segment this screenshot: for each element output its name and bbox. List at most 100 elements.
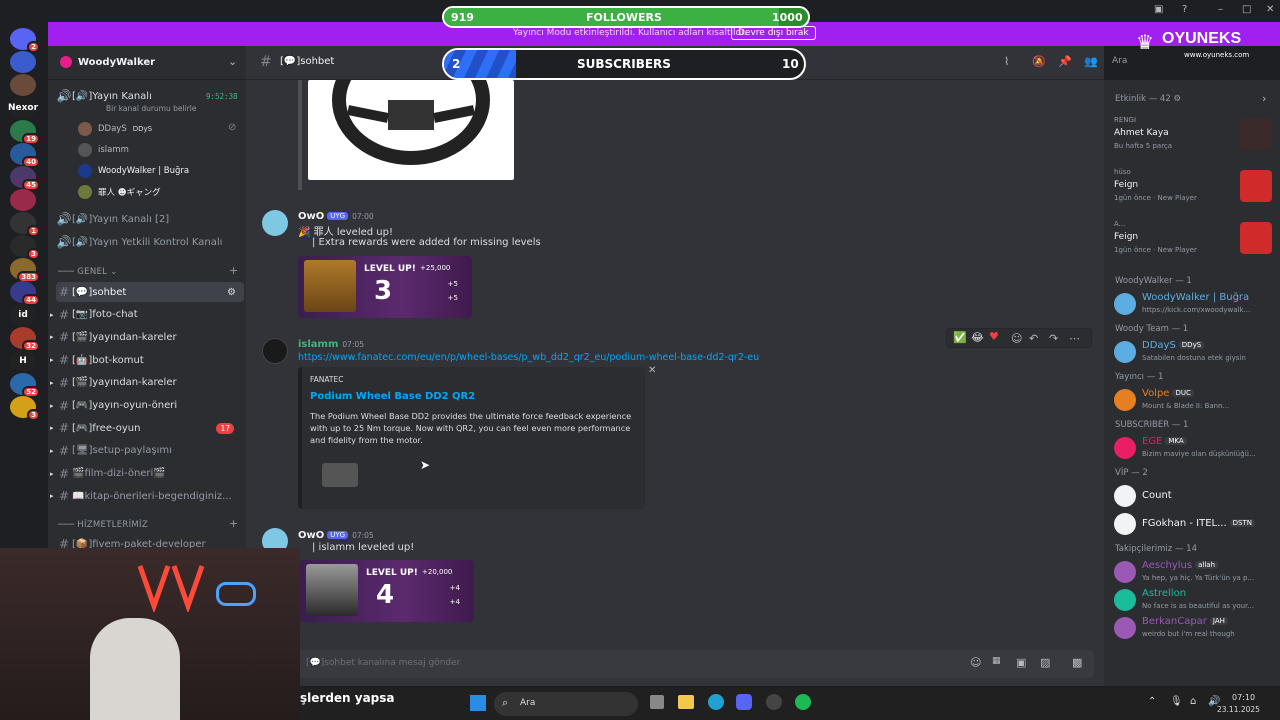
apps-icon[interactable]: ▩ xyxy=(1072,656,1082,669)
member-item[interactable]: Volpe DUC Mount & Blade II: Bann... xyxy=(1114,384,1274,414)
add-reaction-icon[interactable]: ☺ xyxy=(1011,332,1022,345)
channel-item[interactable]: ▸ # [🎮]free-oyun 17 xyxy=(50,418,244,438)
inbox-icon[interactable]: ▣ xyxy=(1154,4,1163,15)
more-icon[interactable]: ⋯ xyxy=(1069,332,1080,345)
server-icon[interactable] xyxy=(10,51,36,73)
server-icon[interactable]: 40 xyxy=(10,143,40,168)
embed-title[interactable]: Podium Wheel Base DD2 QR2 xyxy=(310,391,475,402)
reaction-heart-icon[interactable]: ♥ xyxy=(989,330,999,343)
server-icon[interactable] xyxy=(10,189,36,211)
steering-wheel-image[interactable] xyxy=(308,35,514,180)
taskbar-search[interactable]: ⌕ Ara xyxy=(494,692,638,716)
category-genel[interactable]: ─── GENEL ⌄ xyxy=(58,267,118,277)
channel-item[interactable]: ▸ # 🎬film-dizi-öneri🎬 xyxy=(50,464,244,484)
level-up-card[interactable]: LEVEL UP! 4 +20,000 +4 +4 xyxy=(300,560,474,622)
member-item[interactable]: EGE MKA Bizim maviye olan düşkünlüğü... xyxy=(1114,432,1274,462)
channel-item[interactable]: ▸ # [🎮]yayın-oyun-öneri xyxy=(50,396,244,416)
channel-item[interactable]: ▸ # 📖kitap-önerileri-begendiginiz... xyxy=(50,486,244,506)
close-embed-icon[interactable]: ✕ xyxy=(648,365,656,376)
member-item[interactable]: Aeschylus allah Ya hep, ya hiç. Ya Türk'ün… xyxy=(1114,556,1274,586)
forward-icon[interactable]: ↷ xyxy=(1049,332,1058,345)
server-icon[interactable]: 45 xyxy=(10,166,40,191)
settings-icon[interactable]: ⚙ xyxy=(227,287,236,298)
reply-icon[interactable]: ↶ xyxy=(1029,332,1038,345)
voice-user[interactable]: 罪人 ☻ギャング xyxy=(78,185,161,199)
message-link[interactable]: https://www.fanatec.com/eu/en/p/wheel-ba… xyxy=(298,352,759,363)
clock-time[interactable]: 07:10 xyxy=(1232,693,1255,702)
voice-channel[interactable]: 🔊 [🔊]Yayın Yetkili Kontrol Kanalı xyxy=(56,232,244,252)
channel-item[interactable]: ▸ # [🎬]yayından-kareler xyxy=(50,327,244,347)
chevron-right-icon[interactable]: › xyxy=(1262,92,1266,105)
add-channel-icon[interactable]: + xyxy=(229,517,238,530)
server-icon[interactable]: 19 xyxy=(10,120,40,145)
member-item[interactable]: DDayS DDyS Satabilen dostuna etek giysin xyxy=(1114,336,1274,366)
voice-user[interactable]: WoodyWalker | Buğra xyxy=(78,164,189,178)
help-icon[interactable]: ? xyxy=(1182,4,1187,15)
server-icon[interactable]: 52 xyxy=(10,373,40,398)
author-name[interactable]: OwO xyxy=(298,211,324,222)
avatar[interactable] xyxy=(262,210,288,236)
start-icon[interactable] xyxy=(470,695,486,711)
level-up-card[interactable]: LEVEL UP! 3 +25,000 +5 +5 xyxy=(298,256,472,318)
notification-bell-icon[interactable]: 🔕 xyxy=(1032,55,1046,68)
member-item[interactable]: BerkanCapar JAH weirdo but i'm real though xyxy=(1114,612,1274,642)
activity-card[interactable]: RENGI Ahmet Kaya Bu hafta 5 parça xyxy=(1114,114,1274,158)
category-hizmetlerimiz[interactable]: ─── HİZMETLERİMİZ xyxy=(58,520,148,530)
server-icon[interactable]: 2 xyxy=(10,28,40,53)
reaction-check-icon[interactable]: ✅ xyxy=(953,331,967,344)
activity-card[interactable]: hüso Feign 1gün önce · New Player xyxy=(1114,166,1274,210)
edge-icon[interactable] xyxy=(708,694,724,710)
server-icon[interactable]: 383 xyxy=(10,258,40,283)
emoji-icon[interactable]: ▨ xyxy=(1040,656,1050,669)
voice-status[interactable]: Bir kanal durumu belirle xyxy=(106,104,196,113)
embed-thumbnail[interactable] xyxy=(322,463,358,487)
add-channel-icon[interactable]: + xyxy=(229,264,238,277)
obs-icon[interactable] xyxy=(766,694,782,710)
gift-icon[interactable]: ☺ xyxy=(970,656,981,669)
member-item[interactable]: Count xyxy=(1114,480,1274,510)
voice-user[interactable]: islamm xyxy=(78,143,129,157)
server-icon[interactable]: id xyxy=(10,304,36,326)
channel-item[interactable]: ▸ # [🤖]bot-komut xyxy=(50,350,244,370)
member-item[interactable]: Astrellon No face is as beautiful as your… xyxy=(1114,584,1274,614)
channel-item[interactable]: ▸ # [🖥]setup-paylaşımı xyxy=(50,441,244,461)
maximize-icon[interactable]: □ xyxy=(1242,4,1251,15)
channel-item[interactable]: # [💬]sohbet ⚙ xyxy=(56,282,244,302)
network-icon[interactable]: ⌂ xyxy=(1190,696,1196,707)
server-icon[interactable]: Nexor xyxy=(8,97,38,119)
minimize-icon[interactable]: – xyxy=(1218,4,1223,15)
clock-date[interactable]: 23.11.2025 xyxy=(1217,705,1260,714)
tray-chevron-icon[interactable]: ⌃ xyxy=(1148,696,1156,707)
microphone-icon[interactable]: 🎙 xyxy=(1170,696,1183,707)
server-icon[interactable] xyxy=(10,74,36,96)
activity-card[interactable]: A... Feign 1gün önce · New Player xyxy=(1114,218,1274,262)
member-item[interactable]: FGokhan - ITEL... DSTN xyxy=(1114,508,1274,538)
server-icon[interactable]: 1 xyxy=(10,212,40,237)
member-list-icon[interactable]: 👥 xyxy=(1084,55,1098,68)
voice-user[interactable]: DDayS DDyS xyxy=(78,122,155,136)
voice-channel[interactable]: 🔊 [🔊]Yayın Kanalı [2] xyxy=(56,209,244,229)
guild-header[interactable]: WoodyWalker ⌄ xyxy=(48,46,246,80)
server-icon[interactable]: 32 xyxy=(10,327,40,352)
gif-icon[interactable]: ▦ xyxy=(992,656,1001,666)
disable-streamer-mode-button[interactable]: Devre dışı bırak xyxy=(731,26,816,40)
close-icon[interactable]: ✕ xyxy=(1266,4,1274,15)
message-composer[interactable]: [💬]sohbet kanalına mesaj gönder ☺ ▦ ▣ ▨ … xyxy=(298,650,1094,678)
spotify-icon[interactable] xyxy=(795,694,811,710)
channel-item[interactable]: ▸ # [🎬]yayından-kareler xyxy=(50,373,244,393)
server-icon[interactable]: 3 xyxy=(10,235,40,260)
discord-taskbar-icon[interactable] xyxy=(736,694,752,710)
reaction-laugh-icon[interactable]: 😂 xyxy=(971,331,984,344)
search-input[interactable]: Ara xyxy=(1112,56,1127,66)
author-name[interactable]: islamm xyxy=(298,339,338,350)
channel-item[interactable]: ▸ # [📷]foto-chat xyxy=(50,305,244,325)
server-icon[interactable]: H xyxy=(10,350,36,372)
pin-icon[interactable]: 📌 xyxy=(1058,55,1072,68)
avatar[interactable] xyxy=(262,338,288,364)
threads-icon[interactable]: ⌇ xyxy=(1004,55,1009,68)
task-view-icon[interactable] xyxy=(650,695,664,709)
member-item[interactable]: WoodyWalker | Buğra https://kick.com/xwoo… xyxy=(1114,288,1274,318)
chevron-down-icon[interactable]: ⌄ xyxy=(228,55,237,68)
file-explorer-icon[interactable] xyxy=(678,695,694,709)
author-name[interactable]: OwO xyxy=(298,530,324,541)
